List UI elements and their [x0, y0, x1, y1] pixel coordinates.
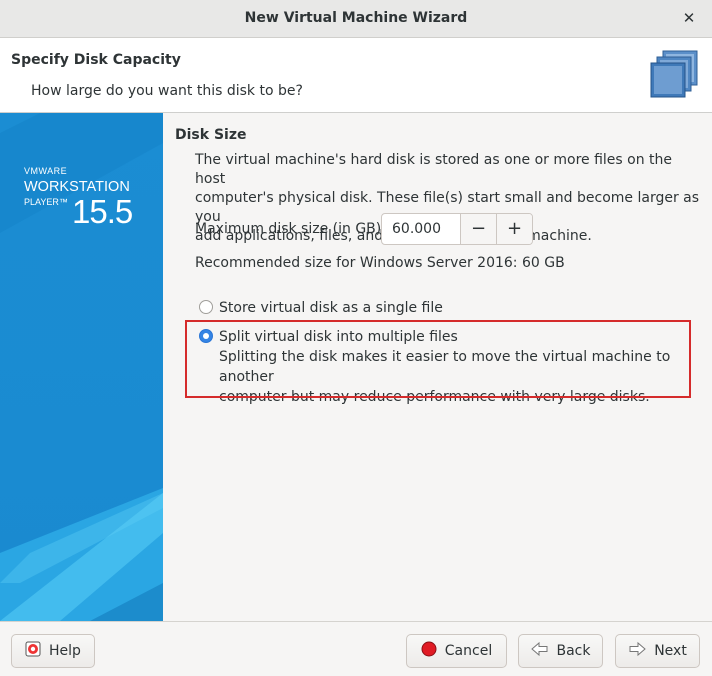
brand-sidebar: VMWARE WORKSTATION PLAYER™ 15.5: [0, 113, 163, 621]
button-bar: Help Cancel Back Next: [0, 621, 712, 676]
cancel-icon: [421, 641, 437, 661]
page-title: Specify Disk Capacity: [11, 52, 181, 68]
back-arrow-icon: [530, 641, 549, 661]
next-label: Next: [654, 643, 687, 659]
wizard-content: Disk Size The virtual machine's hard dis…: [163, 113, 712, 621]
description-line: The virtual machine's hard disk is store…: [195, 152, 673, 187]
brand-vmware: VMWARE: [24, 166, 68, 176]
next-button[interactable]: Next: [615, 634, 700, 668]
decrement-button[interactable]: −: [460, 214, 496, 244]
title-bar: New Virtual Machine Wizard ✕: [0, 0, 712, 38]
next-arrow-icon: [628, 641, 646, 661]
max-size-label: Maximum disk size (in GB):: [195, 221, 386, 237]
cancel-label: Cancel: [444, 643, 493, 659]
help-label: Help: [49, 643, 81, 659]
help-button[interactable]: Help: [11, 634, 95, 668]
section-title: Disk Size: [175, 127, 247, 143]
radio-single-file[interactable]: Store virtual disk as a single file: [199, 298, 443, 318]
page-subtitle: How large do you want this disk to be?: [31, 83, 303, 99]
highlight-box: [185, 320, 691, 398]
max-size-spinner: 60.000 − +: [381, 213, 533, 245]
help-icon: [25, 641, 41, 661]
recommended-size: Recommended size for Windows Server 2016…: [195, 255, 565, 271]
brand-player: PLAYER™: [24, 197, 68, 207]
brand-version: 15.5: [72, 193, 133, 230]
max-size-input[interactable]: 60.000: [382, 214, 460, 244]
window-title: New Virtual Machine Wizard: [244, 10, 468, 26]
wizard-header: Specify Disk Capacity How large do you w…: [0, 38, 712, 113]
radio-button[interactable]: [199, 300, 213, 314]
radio-label[interactable]: Store virtual disk as a single file: [219, 298, 443, 318]
cancel-button[interactable]: Cancel: [406, 634, 507, 668]
stacked-disks-icon: [650, 50, 698, 98]
close-icon[interactable]: ✕: [680, 9, 698, 27]
increment-button[interactable]: +: [496, 214, 532, 244]
back-button[interactable]: Back: [518, 634, 603, 668]
back-label: Back: [556, 643, 591, 659]
